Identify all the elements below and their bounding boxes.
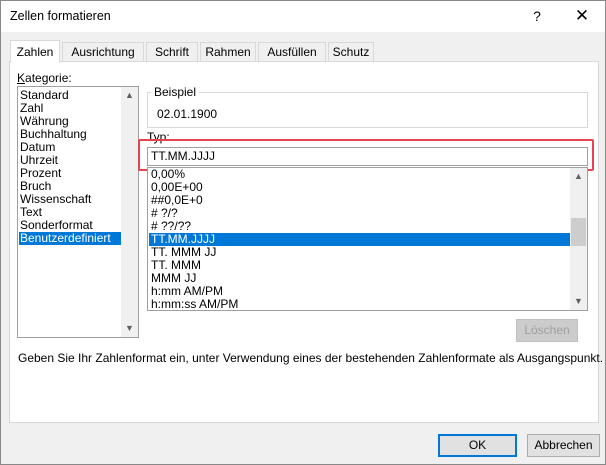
list-item-selected[interactable]: Benutzerdefiniert — [19, 232, 122, 245]
title-bar: Zellen formatieren ? ✕ — [1, 1, 605, 32]
scroll-down-icon[interactable]: ▼ — [121, 320, 138, 337]
ok-button[interactable]: OK — [438, 434, 517, 457]
list-item[interactable]: h:mm:ss AM/PM — [151, 298, 238, 311]
tab-schrift[interactable]: Schrift — [146, 42, 198, 62]
scroll-down-icon[interactable]: ▼ — [570, 293, 587, 310]
sample-label: Beispiel — [151, 85, 200, 99]
category-label: Kategorie: — [17, 71, 72, 85]
tab-rahmen[interactable]: Rahmen — [200, 42, 256, 62]
category-scrollbar[interactable]: ▲ ▼ — [121, 87, 138, 337]
help-icon[interactable]: ? — [523, 4, 551, 28]
dialog-title: Zellen formatieren — [10, 9, 111, 23]
tab-schutz[interactable]: Schutz — [328, 42, 374, 62]
format-list[interactable]: 0,00% 0,00E+00 ##0,0E+0 # ?/? # ??/?? TT… — [147, 167, 588, 311]
description-text: Geben Sie Ihr Zahlenformat ein, unter Ve… — [18, 351, 604, 365]
tab-ausrichtung[interactable]: Ausrichtung — [62, 42, 144, 62]
tab-ausfuellen[interactable]: Ausfüllen — [258, 42, 326, 62]
scroll-up-icon[interactable]: ▲ — [570, 168, 587, 185]
category-list[interactable]: Standard Zahl Währung Buchhaltung Datum … — [17, 86, 139, 338]
sample-value: 02.01.1900 — [157, 107, 218, 121]
format-scrollbar[interactable]: ▲ ▼ — [570, 168, 587, 310]
delete-button[interactable]: Löschen — [516, 319, 578, 342]
cancel-button[interactable]: Abbrechen — [527, 434, 600, 457]
close-icon[interactable]: ✕ — [567, 4, 597, 28]
format-cells-dialog: Zellen formatieren ? ✕ Zahlen Ausrichtun… — [0, 0, 606, 465]
scroll-thumb[interactable] — [571, 218, 586, 246]
scroll-up-icon[interactable]: ▲ — [121, 87, 138, 104]
tab-zahlen[interactable]: Zahlen — [10, 40, 60, 63]
